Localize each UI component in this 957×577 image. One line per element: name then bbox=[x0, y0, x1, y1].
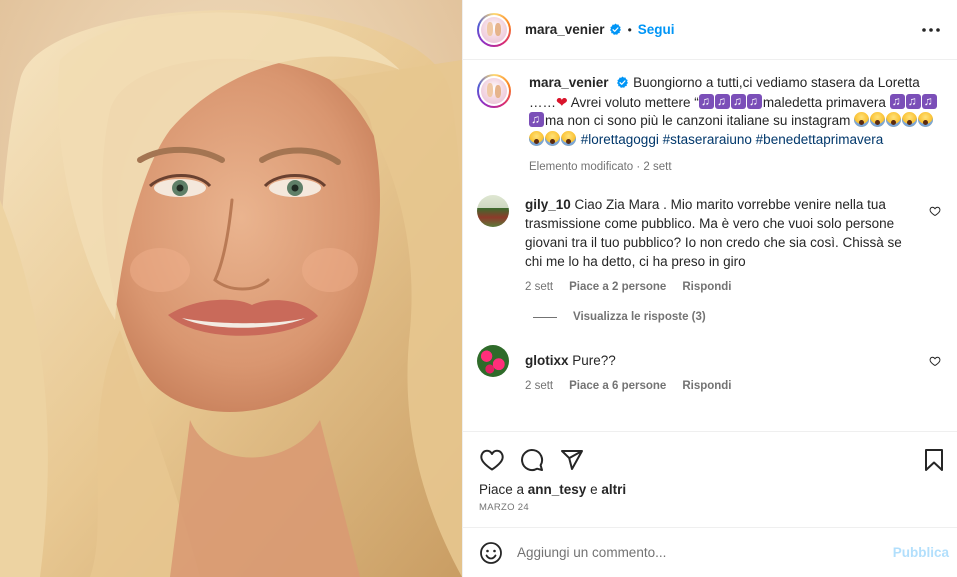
post-side-panel: mara_venier • Segui mara_venier Buongior… bbox=[462, 0, 957, 577]
like-comment-heart-icon[interactable] bbox=[929, 355, 941, 367]
likes-others-link[interactable]: altri bbox=[601, 482, 626, 497]
screaming-face-emoji-icon bbox=[870, 112, 886, 127]
comment-item: glotixx Pure?? 2 sett Piace a 6 persone … bbox=[477, 345, 943, 392]
comments-section[interactable]: mara_venier Buongiorno a tutti,ci vediam… bbox=[463, 60, 957, 431]
hashtag-link[interactable]: #benedettaprimavera bbox=[756, 132, 884, 147]
music-notes-emoji-icon bbox=[905, 92, 921, 110]
post-caption: mara_venier Buongiorno a tutti,ci vediam… bbox=[477, 74, 943, 173]
bookmark-icon bbox=[925, 449, 943, 471]
publish-button[interactable]: Pubblica bbox=[893, 545, 949, 560]
music-notes-emoji-icon bbox=[746, 92, 762, 110]
screaming-face-emoji-icon bbox=[902, 112, 918, 127]
likes-suffix: e bbox=[586, 482, 602, 497]
share-button[interactable] bbox=[559, 447, 585, 473]
replies-divider bbox=[533, 316, 557, 318]
music-notes-emoji-icon bbox=[714, 92, 730, 110]
comment-likes[interactable]: Piace a 2 persone bbox=[569, 281, 666, 293]
music-notes-emoji-icon bbox=[921, 92, 937, 110]
post-date[interactable]: MARZO 24 bbox=[479, 502, 947, 513]
screaming-face-emoji-icon bbox=[918, 112, 934, 127]
red-heart-emoji-icon: ❤ bbox=[556, 93, 568, 110]
commenter-avatar[interactable] bbox=[477, 345, 509, 377]
header-separator: • bbox=[627, 22, 632, 37]
hashtag-link[interactable]: #staseraraiuno bbox=[663, 132, 752, 147]
view-replies-label: Visualizza le risposte (3) bbox=[573, 311, 706, 323]
likes-user-link[interactable]: ann_tesy bbox=[528, 482, 587, 497]
hashtag-link[interactable]: #lorettagoggi bbox=[581, 132, 659, 147]
portrait-image bbox=[0, 0, 462, 577]
commenter-avatar[interactable] bbox=[477, 195, 509, 227]
reply-button[interactable]: Rispondi bbox=[682, 281, 731, 293]
comment-likes[interactable]: Piace a 6 persone bbox=[569, 380, 666, 392]
comment-body: Pure?? bbox=[572, 353, 616, 368]
comment-username[interactable]: gily_10 bbox=[525, 197, 571, 212]
comment-icon bbox=[521, 449, 544, 472]
comment-username[interactable]: glotixx bbox=[525, 353, 569, 368]
comment-meta: 2 sett Piace a 6 persone Rispondi bbox=[525, 380, 915, 392]
screaming-face-emoji-icon bbox=[854, 112, 870, 127]
share-icon bbox=[561, 450, 583, 470]
post-photo[interactable] bbox=[0, 0, 462, 577]
screaming-face-emoji-icon bbox=[529, 130, 544, 146]
author-username[interactable]: mara_venier bbox=[525, 22, 605, 37]
caption-text-2: Avrei voluto mettere “ bbox=[570, 94, 699, 110]
caption-text-4: ma non ci sono più le canzoni italiane s… bbox=[545, 113, 851, 128]
music-notes-emoji-icon bbox=[889, 92, 905, 110]
likes-prefix: Piace a bbox=[479, 482, 528, 497]
likes-summary: Piace a ann_tesy e altri bbox=[479, 482, 947, 497]
caption-author-avatar[interactable] bbox=[477, 74, 511, 108]
more-options-button[interactable] bbox=[921, 20, 941, 40]
comment-time[interactable]: 2 sett bbox=[525, 281, 553, 293]
verified-badge-icon bbox=[609, 23, 621, 35]
follow-button[interactable]: Segui bbox=[638, 22, 675, 37]
screaming-face-emoji-icon bbox=[545, 130, 560, 146]
comment-text: glotixx Pure?? bbox=[525, 351, 915, 370]
comment-meta: 2 sett Piace a 2 persone Rispondi bbox=[525, 281, 915, 293]
caption-meta: Elemento modificato · 2 sett bbox=[529, 161, 672, 173]
music-notes-emoji-icon bbox=[529, 110, 544, 129]
like-button[interactable] bbox=[479, 447, 505, 473]
music-notes-emoji-icon bbox=[698, 92, 714, 110]
post-actions: Piace a ann_tesy e altri MARZO 24 bbox=[463, 431, 957, 513]
emoji-icon[interactable] bbox=[479, 541, 503, 565]
reply-button[interactable]: Rispondi bbox=[682, 380, 731, 392]
screaming-face-emoji-icon bbox=[561, 130, 576, 146]
caption-username[interactable]: mara_venier bbox=[529, 75, 609, 90]
like-comment-heart-icon[interactable] bbox=[929, 205, 941, 217]
heart-icon bbox=[480, 449, 504, 471]
caption-text-3: maledetta primavera bbox=[762, 94, 886, 110]
comment-input[interactable] bbox=[517, 545, 893, 560]
verified-badge-icon bbox=[617, 76, 629, 88]
view-replies-button[interactable]: Visualizza le risposte (3) bbox=[533, 311, 943, 323]
comment-item: gily_10 Ciao Zia Mara . Mio marito vorre… bbox=[477, 195, 943, 293]
post-header: mara_venier • Segui bbox=[463, 0, 957, 60]
comment-body: Ciao Zia Mara . Mio marito vorrebbe veni… bbox=[525, 197, 902, 269]
music-notes-emoji-icon bbox=[730, 92, 746, 110]
instagram-post: mara_venier • Segui mara_venier Buongior… bbox=[0, 0, 957, 577]
author-avatar[interactable] bbox=[477, 12, 511, 47]
add-comment-bar: Pubblica bbox=[463, 527, 957, 577]
comment-text: gily_10 Ciao Zia Mara . Mio marito vorre… bbox=[525, 195, 915, 271]
caption-text: mara_venier Buongiorno a tutti,ci vediam… bbox=[529, 74, 943, 149]
comment-button[interactable] bbox=[519, 447, 545, 473]
more-options-icon bbox=[922, 27, 940, 32]
screaming-face-emoji-icon bbox=[886, 112, 902, 127]
comment-time[interactable]: 2 sett bbox=[525, 380, 553, 392]
action-icons-row bbox=[479, 440, 947, 480]
save-button[interactable] bbox=[921, 447, 947, 473]
